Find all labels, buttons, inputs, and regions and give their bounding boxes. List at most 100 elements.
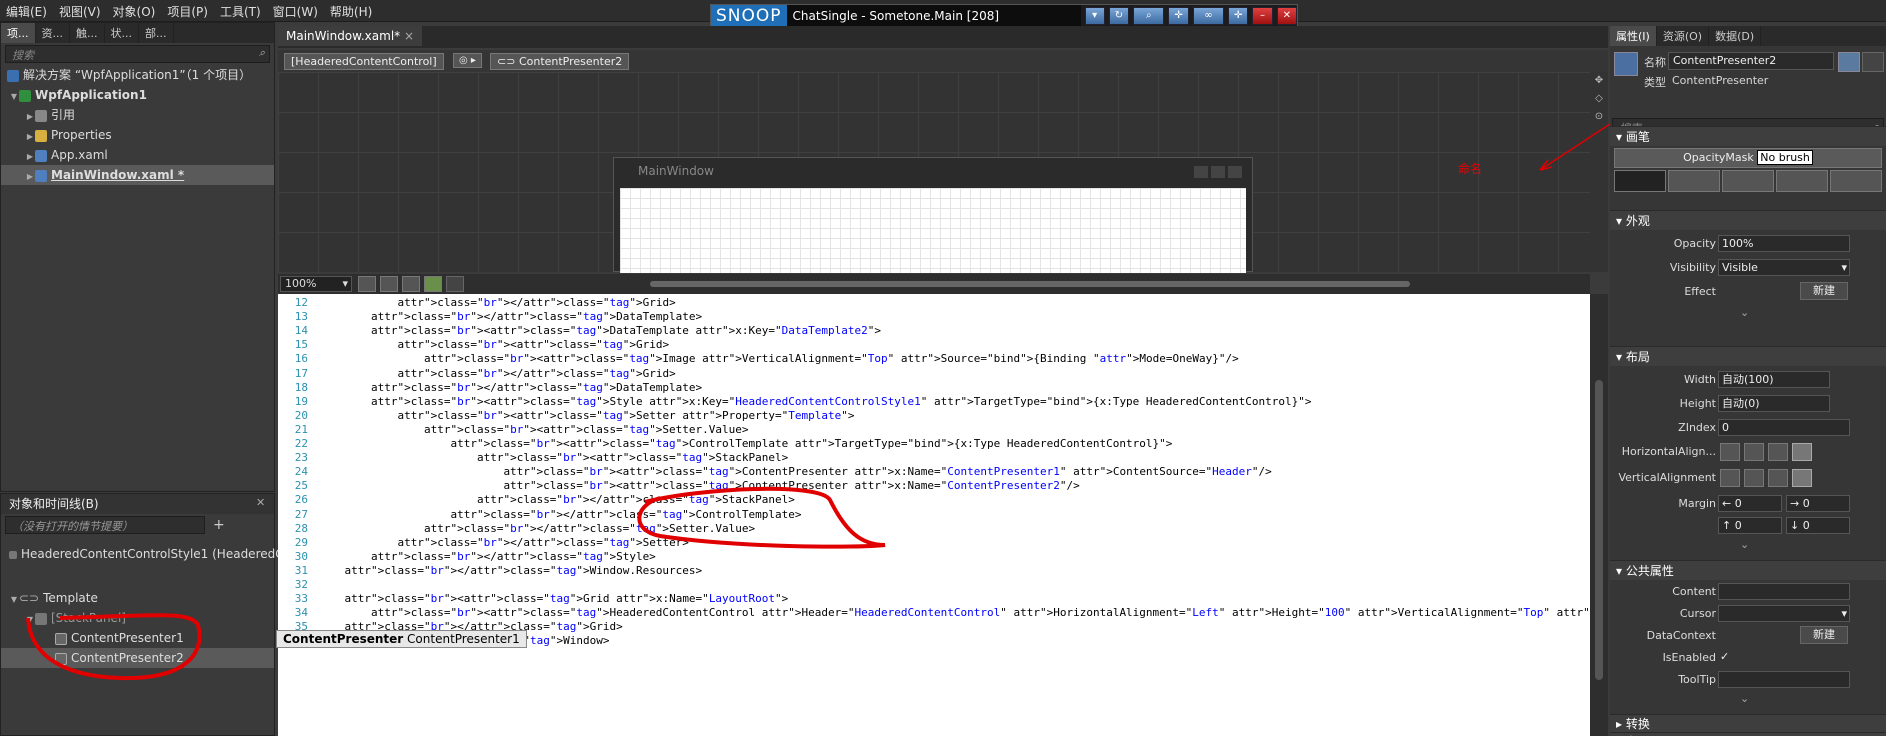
code-line[interactable]: attr">class="br"></attr">class="tag">Dat… [318, 310, 702, 323]
expand-arrow-icon[interactable]: ▼ [9, 590, 19, 610]
stackpanel-node[interactable]: ▼ [StackPanel] [1, 608, 274, 628]
window-content-area[interactable] [620, 188, 1246, 273]
menu-item-2[interactable]: 对象(O) [107, 0, 162, 23]
expand-arrow-icon[interactable]: ▼ [25, 610, 35, 630]
magnify-icon[interactable]: ⌕ [1133, 7, 1165, 25]
crosshair-icon[interactable]: ✛ [1228, 7, 1249, 25]
crosshair-icon[interactable]: ✛ [1168, 7, 1189, 25]
project-node[interactable]: ▼ WpfApplication1 [1, 85, 274, 105]
left-tab-3[interactable]: 状... [105, 23, 139, 43]
chevron-down-icon[interactable]: ▾ [1841, 606, 1847, 621]
breadcrumb-control[interactable]: [HeaderedContentControl] [284, 53, 444, 70]
breadcrumb-presenter[interactable]: ⊂⊃ ContentPresenter2 [490, 53, 630, 70]
effects-toggle-icon[interactable] [358, 276, 376, 292]
code-line[interactable]: attr">class="br"><attr">class="tag">Grid… [318, 592, 789, 605]
align-stretch-icon[interactable] [1792, 443, 1812, 461]
storyboard-selector[interactable]: （没有打开的情节提要） [5, 516, 205, 534]
margin-left-field[interactable]: ← 0 [1718, 495, 1782, 512]
opacity-field[interactable]: 100% [1718, 235, 1850, 252]
code-line[interactable]: attr">class="br"></attr">class="tag">Dat… [318, 381, 702, 394]
events-view-icon[interactable] [1862, 52, 1884, 72]
menu-item-4[interactable]: 工具(T) [214, 0, 267, 23]
align-right-icon[interactable] [1768, 443, 1788, 461]
code-line[interactable]: attr">class="br"><attr">class="tag">Cont… [318, 465, 1271, 478]
margin-right-field[interactable]: → 0 [1786, 495, 1850, 512]
misc-section-header[interactable]: ▸ 杂项 [1610, 732, 1886, 736]
right-tab-0[interactable]: 属性(I) [1610, 26, 1657, 46]
gradient-brush-icon[interactable] [1722, 170, 1774, 192]
height-field[interactable]: 自动(0) [1718, 395, 1830, 412]
grid-toggle-icon[interactable] [380, 276, 398, 292]
tree-item-properties[interactable]: ▶ Properties [1, 125, 274, 145]
layout-section-header[interactable]: ▾ 布局 [1610, 346, 1886, 366]
close-icon[interactable]: × [404, 29, 414, 43]
collapse-arrow-icon[interactable]: ▶ [25, 107, 35, 127]
width-field[interactable]: 自动(100) [1718, 371, 1830, 388]
close-icon[interactable]: ✕ [1276, 7, 1297, 25]
cursor-select[interactable]: ▾ [1718, 605, 1850, 622]
expand-arrow-icon[interactable]: ▼ [9, 87, 19, 107]
right-tab-2[interactable]: 数据(D) [1709, 26, 1762, 46]
code-vertical-scrollbar[interactable] [1590, 294, 1608, 736]
code-line[interactable]: attr">class="br"><attr">class="tag">Sett… [318, 423, 749, 436]
horizontal-scrollbar[interactable] [650, 281, 1410, 287]
opacitymask-row[interactable]: OpacityMask No brush [1614, 148, 1882, 168]
menu-item-3[interactable]: 项目(P) [161, 0, 214, 23]
collapse-arrow-icon[interactable]: ▶ [25, 147, 35, 167]
align-center-icon[interactable] [1744, 443, 1764, 461]
nobrush-value[interactable]: No brush [1757, 150, 1813, 165]
left-tab-2[interactable]: 触... [70, 23, 105, 43]
mainwindow-frame[interactable]: MainWindow [613, 157, 1253, 273]
scroll-thumb[interactable] [1595, 380, 1603, 680]
code-line[interactable]: attr">class="br"><attr">class="tag">Cont… [318, 437, 1172, 450]
design-surface[interactable]: MainWindow 命名 [278, 72, 1590, 273]
xaml-code-editor[interactable]: 12 attr">class="br"></attr">class="tag">… [278, 294, 1590, 736]
close-icon[interactable]: ✕ [256, 496, 265, 509]
tree-item-app-xaml[interactable]: ▶ App.xaml [1, 145, 274, 165]
code-line[interactable]: attr">class="br"></attr">class="tag">Sta… [318, 493, 795, 506]
tree-item-references[interactable]: ▶ 引用 [1, 105, 274, 125]
collapse-arrow-icon[interactable]: ▶ [25, 127, 35, 147]
code-line[interactable]: attr">class="br"></attr">class="tag">Sty… [318, 550, 656, 563]
tree-item-contentpresenter1[interactable]: ContentPresenter1 [1, 628, 274, 648]
code-line[interactable]: attr">class="br"><attr">class="tag">Imag… [318, 352, 1239, 365]
isenabled-checkbox[interactable]: ✓ [1720, 650, 1729, 663]
code-line[interactable]: attr">class="br"></attr">class="tag">Gri… [318, 296, 675, 309]
tile-brush-icon[interactable] [1776, 170, 1828, 192]
align-middle-icon[interactable] [1744, 469, 1764, 487]
add-storyboard-icon[interactable]: + [213, 517, 225, 533]
zoom-tool-icons[interactable]: ✥ ◇ ⊙ [1590, 72, 1608, 126]
solid-brush-icon[interactable] [1668, 170, 1720, 192]
style-scope-item[interactable]: HeaderedContentControlStyle1 (HeaderedCo… [1, 544, 302, 564]
align-vstretch-icon[interactable] [1792, 469, 1812, 487]
margin-top-field[interactable]: ↑ 0 [1718, 517, 1782, 534]
menu-item-6[interactable]: 帮助(H) [324, 0, 378, 23]
solution-node[interactable]: 解决方案 “WpfApplication1”（1 个项目） [1, 65, 274, 85]
appearance-section-header[interactable]: ▾ 外观 [1610, 210, 1886, 230]
code-line[interactable]: attr">class="br"></attr">class="tag">Set… [318, 522, 755, 535]
collapse-arrow-icon[interactable]: ▶ [25, 167, 35, 187]
breadcrumb-template-icon[interactable]: ◎ ▸ [453, 53, 482, 68]
name-field[interactable]: ContentPresenter2 [1668, 52, 1834, 70]
code-line[interactable]: attr">class="br"></attr">class="tag">Con… [318, 508, 801, 521]
tooltip-field[interactable] [1718, 671, 1850, 688]
code-line[interactable]: attr">class="br"><attr">class="tag">Data… [318, 324, 881, 337]
expand-more-icon[interactable]: ⌄ [1740, 306, 1749, 319]
snap-lines-icon[interactable] [424, 276, 442, 292]
left-tab-0[interactable]: 项... [1, 23, 36, 43]
minimize-icon[interactable]: – [1252, 7, 1273, 25]
code-line[interactable]: attr">class="br"><attr">class="tag">Sett… [318, 409, 854, 422]
binoculars-icon[interactable]: ∞ [1192, 7, 1225, 25]
left-tab-1[interactable]: 资... [36, 23, 70, 43]
snoop-target-title[interactable]: ChatSingle - Sometone.Main [208] [786, 5, 1081, 27]
no-brush-icon[interactable] [1614, 170, 1666, 192]
margin-bottom-field[interactable]: ↓ 0 [1786, 517, 1850, 534]
content-field[interactable] [1718, 583, 1850, 600]
project-search-input[interactable]: 搜索 ⌕ [5, 45, 270, 63]
chevron-down-icon[interactable]: ▾ [1841, 260, 1847, 275]
align-left-icon[interactable] [1720, 443, 1740, 461]
code-line[interactable]: attr">class="br"></attr">class="tag">Win… [318, 564, 703, 577]
expand-more-icon[interactable]: ⌄ [1740, 538, 1749, 551]
menu-item-0[interactable]: 编辑(E) [0, 0, 53, 23]
resource-brush-icon[interactable] [1830, 170, 1882, 192]
